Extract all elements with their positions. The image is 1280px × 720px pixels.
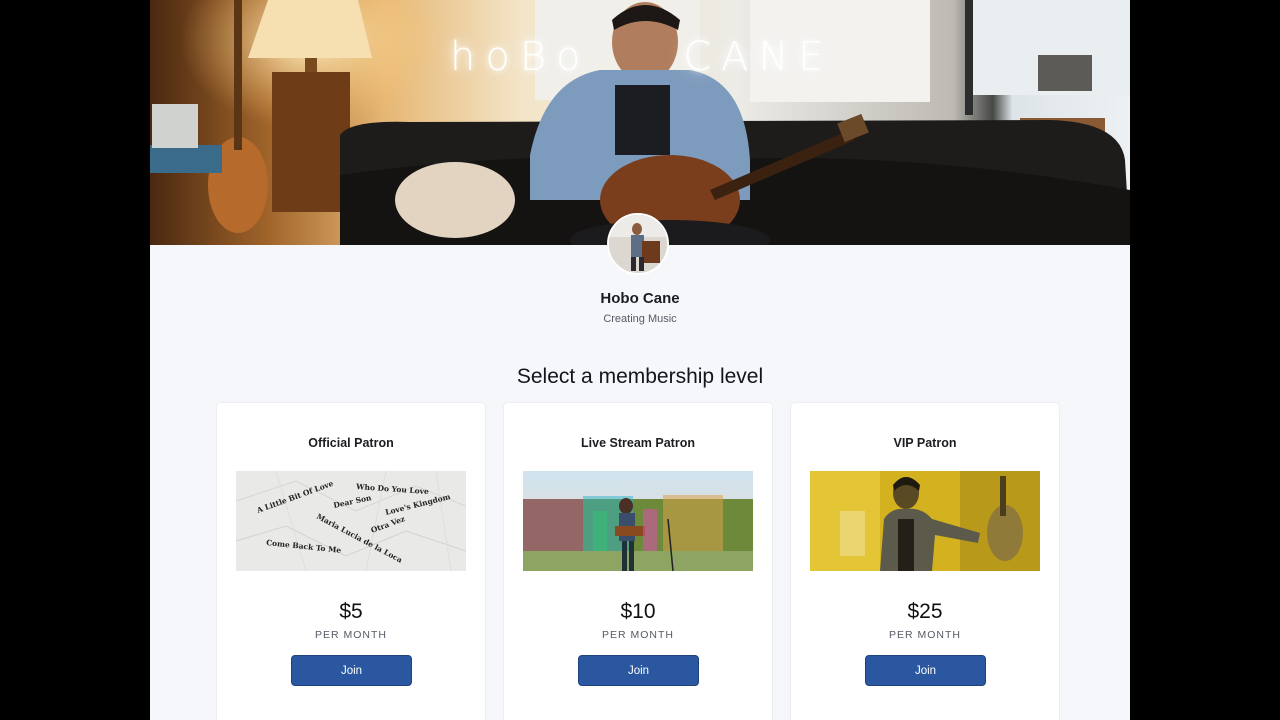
membership-heading: Select a membership level	[516, 365, 764, 388]
tier-period: PER MONTH	[602, 629, 674, 641]
tier-image	[810, 471, 1040, 571]
tier-card-live-stream-patron: Live Stream Patron $10 PER MONTH Join	[504, 403, 772, 720]
tier-card-vip-patron: VIP Patron $25 PER MONTH Join	[791, 403, 1059, 720]
creator-name: Hobo Cane	[600, 290, 680, 307]
tier-price: $5	[339, 600, 363, 623]
tier-price: $10	[620, 600, 656, 623]
tier-image	[523, 471, 753, 571]
vip-image	[810, 471, 1040, 571]
live-stream-image	[523, 471, 753, 571]
tier-period: PER MONTH	[889, 629, 961, 641]
creator-page: hoBo CANE Hobo Cane Creating Music Selec…	[150, 0, 1130, 720]
join-button-official-patron[interactable]: Join	[291, 655, 412, 686]
join-button-vip-patron[interactable]: Join	[865, 655, 986, 686]
banner-title: hoBo CANE	[450, 34, 834, 80]
song-titles-paper-image: A Little Bit Of Love Dear Son Who Do You…	[236, 471, 466, 571]
tier-name: Live Stream Patron	[581, 436, 695, 450]
avatar-photo	[609, 215, 667, 273]
tier-name: VIP Patron	[893, 436, 957, 450]
tier-card-official-patron: Official Patron A Little Bit Of Love Dea…	[217, 403, 485, 720]
tier-image: A Little Bit Of Love Dear Son Who Do You…	[236, 471, 466, 571]
creator-subtitle: Creating Music	[603, 313, 677, 325]
join-button-live-stream-patron[interactable]: Join	[578, 655, 699, 686]
banner-image: hoBo CANE	[150, 0, 1130, 245]
tier-period: PER MONTH	[315, 629, 387, 641]
tier-name: Official Patron	[308, 436, 394, 450]
tier-price: $25	[907, 600, 943, 623]
creator-avatar[interactable]	[607, 213, 669, 275]
